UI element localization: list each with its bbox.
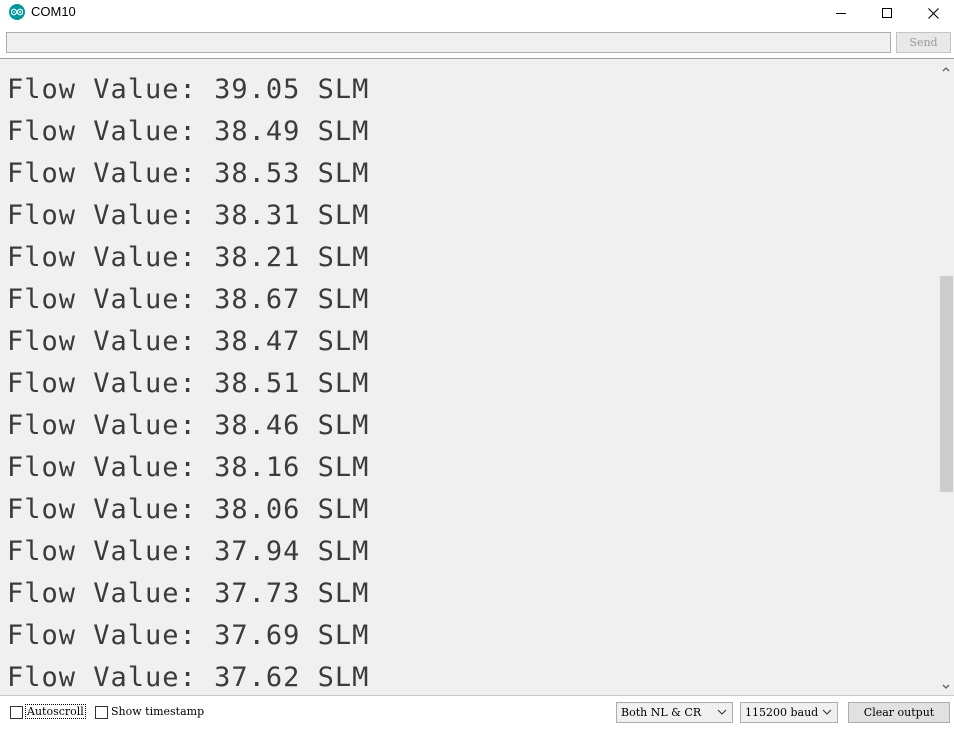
output-line: Flow Value: 39.05 SLM xyxy=(7,74,370,105)
autoscroll-label[interactable]: Autoscroll xyxy=(25,704,86,719)
arduino-logo-icon xyxy=(9,4,25,20)
output-line: Flow Value: 37.69 SLM xyxy=(7,620,370,651)
send-bar: Send xyxy=(0,26,954,58)
minimize-button[interactable] xyxy=(818,0,864,26)
show-timestamp-checkbox[interactable] xyxy=(95,706,108,719)
output-lines: Flow Value: 39.05 SLM Flow Value: 38.49 … xyxy=(7,72,370,695)
output-line: Flow Value: 38.51 SLM xyxy=(7,368,370,399)
scroll-thumb[interactable] xyxy=(940,276,953,492)
close-button[interactable] xyxy=(910,0,954,26)
output-line: Flow Value: 37.73 SLM xyxy=(7,578,370,609)
bottom-bar: Autoscroll Show timestamp Both NL & CR 1… xyxy=(0,696,954,729)
chevron-down-icon xyxy=(942,684,950,689)
output-line: Flow Value: 38.16 SLM xyxy=(7,452,370,483)
line-ending-select[interactable]: Both NL & CR xyxy=(616,702,733,723)
output-line: Flow Value: 38.53 SLM xyxy=(7,158,370,189)
send-button[interactable]: Send xyxy=(896,32,951,53)
baud-rate-select[interactable]: 115200 baud xyxy=(740,702,838,723)
maximize-button[interactable] xyxy=(864,0,910,26)
output-line: Flow Value: 38.21 SLM xyxy=(7,242,370,273)
show-timestamp-label[interactable]: Show timestamp xyxy=(111,705,204,718)
chevron-up-icon xyxy=(942,67,950,72)
output-line: Flow Value: 38.47 SLM xyxy=(7,326,370,357)
baud-rate-value: 115200 baud xyxy=(745,706,819,719)
vertical-scrollbar[interactable] xyxy=(938,59,954,695)
output-line: Flow Value: 38.49 SLM xyxy=(7,116,370,147)
serial-output[interactable]: Flow Value: 39.05 SLM Flow Value: 38.49 … xyxy=(0,58,954,696)
autoscroll-checkbox[interactable] xyxy=(10,706,23,719)
output-line: Flow Value: 38.67 SLM xyxy=(7,284,370,315)
output-line: Flow Value: 37.62 SLM xyxy=(7,662,370,693)
maximize-icon xyxy=(882,8,892,18)
clear-output-button[interactable]: Clear output xyxy=(848,702,950,723)
minimize-icon xyxy=(836,13,846,14)
output-line: Flow Value: 38.31 SLM xyxy=(7,200,370,231)
send-input[interactable] xyxy=(6,32,891,53)
window-title: COM10 xyxy=(31,4,76,19)
output-line: Flow Value: 38.46 SLM xyxy=(7,410,370,441)
output-line: Flow Value: 38.06 SLM xyxy=(7,494,370,525)
close-icon xyxy=(927,7,939,19)
chevron-down-icon xyxy=(717,709,727,715)
scroll-down-button[interactable] xyxy=(938,679,954,695)
title-bar: COM10 xyxy=(0,0,954,26)
chevron-down-icon xyxy=(822,709,832,715)
scroll-up-button[interactable] xyxy=(938,61,954,77)
output-line: Flow Value: 37.94 SLM xyxy=(7,536,370,567)
line-ending-value: Both NL & CR xyxy=(621,706,702,719)
